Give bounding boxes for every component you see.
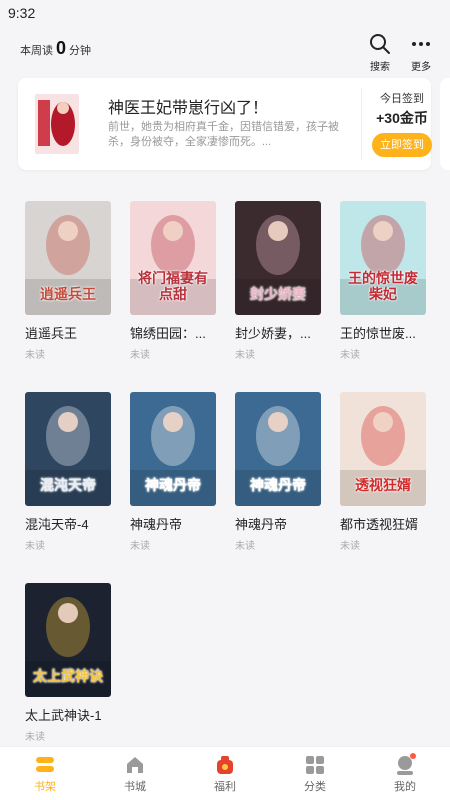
category-icon — [304, 754, 326, 776]
book-item[interactable]: 逍遥兵王 逍遥兵王 未读 — [25, 201, 111, 361]
book-title[interactable]: 神魂丹帝 — [235, 514, 335, 533]
tab-welfare-label: 福利 — [214, 780, 236, 793]
book-read-status: 未读 — [340, 350, 360, 361]
book-cover[interactable]: 混沌天帝 — [25, 392, 111, 506]
book-title[interactable]: 逍遥兵王 — [25, 323, 125, 342]
weekly-read-stat: 本周读 0 分钟 — [20, 38, 91, 59]
book-cover-title: 太上武神诀 — [33, 669, 103, 685]
bookstore-icon — [124, 754, 146, 776]
book-cover-title: 逍遥兵王 — [40, 287, 96, 303]
card-divider — [361, 88, 362, 160]
read-prefix: 本周读 — [20, 45, 53, 57]
book-cover[interactable]: 神魂丹帝 — [235, 392, 321, 506]
featured-book-cover[interactable] — [35, 94, 79, 154]
book-title[interactable]: 封少娇妻，... — [235, 323, 335, 342]
bottom-tab-bar: 书架 书城 福利 分类 我的 — [0, 746, 450, 800]
tab-bookshelf-label: 书架 — [34, 780, 56, 793]
book-cover[interactable]: 封少娇妻 — [235, 201, 321, 315]
book-item[interactable]: 将门福妻有点甜 锦绣田园：... 未读 — [130, 201, 216, 361]
book-read-status: 未读 — [130, 350, 150, 361]
book-read-status: 未读 — [130, 541, 150, 552]
tab-profile-label: 我的 — [394, 780, 416, 793]
featured-book-title[interactable]: 神医王妃带崽行凶了！ — [108, 94, 268, 118]
book-item[interactable]: 封少娇妻 封少娇妻，... 未读 — [235, 201, 321, 361]
book-read-status: 未读 — [25, 541, 45, 552]
tab-category-label: 分类 — [304, 780, 326, 793]
book-item[interactable]: 王的惊世废柴妃 王的惊世废... 未读 — [340, 201, 426, 361]
book-read-status: 未读 — [25, 732, 45, 743]
tab-bookstore[interactable]: 书城 — [90, 747, 180, 800]
next-card-peek — [440, 78, 450, 170]
book-cover[interactable]: 神魂丹帝 — [130, 392, 216, 506]
more-label: 更多 — [411, 62, 431, 73]
book-cover-title: 封少娇妻 — [250, 287, 306, 303]
book-cover[interactable]: 将门福妻有点甜 — [130, 201, 216, 315]
book-item[interactable]: 太上武神诀 太上武神诀-1 未读 — [25, 583, 111, 743]
tab-category[interactable]: 分类 — [270, 747, 360, 800]
book-cover-title: 王的惊世废柴妃 — [348, 271, 418, 303]
book-read-status: 未读 — [340, 541, 360, 552]
book-cover-title: 将门福妻有点甜 — [138, 271, 208, 303]
tab-profile[interactable]: 我的 — [360, 747, 450, 800]
tab-bookshelf[interactable]: 书架 — [0, 747, 90, 800]
search-icon — [369, 32, 391, 56]
header: 本周读 0 分钟 搜索 更多 — [0, 26, 450, 76]
more-icon — [410, 32, 432, 56]
read-minutes-value: 0 — [56, 38, 67, 58]
book-cover[interactable]: 太上武神诀 — [25, 583, 111, 697]
book-read-status: 未读 — [235, 541, 255, 552]
book-cover-title: 透视狂婿 — [355, 478, 411, 494]
status-time: 9:32 — [8, 5, 36, 21]
book-cover-title: 混沌天帝 — [40, 478, 96, 494]
book-title[interactable]: 混沌天帝-4 — [25, 514, 125, 533]
book-item[interactable]: 神魂丹帝 神魂丹帝 未读 — [130, 392, 216, 552]
book-cover[interactable]: 逍遥兵王 — [25, 201, 111, 315]
book-title[interactable]: 王的惊世废... — [340, 323, 440, 342]
more-button[interactable]: 更多 — [403, 32, 439, 73]
search-button[interactable]: 搜索 — [362, 32, 398, 73]
sign-in-title: 今日签到 — [380, 93, 424, 105]
status-bar: 9:32 — [0, 0, 450, 26]
search-label: 搜索 — [370, 62, 390, 73]
sign-in-reward: +30金币 — [376, 110, 428, 126]
book-title[interactable]: 太上武神诀-1 — [25, 705, 125, 724]
book-title[interactable]: 神魂丹帝 — [130, 514, 230, 533]
book-cover-title: 神魂丹帝 — [250, 478, 306, 494]
featured-book-card[interactable]: 神医王妃带崽行凶了！ 前世，她贵为相府真千金，因错信错爱，孩子被杀，身份被夺，全… — [18, 78, 432, 170]
book-cover-title: 神魂丹帝 — [145, 478, 201, 494]
book-title[interactable]: 锦绣田园：... — [130, 323, 230, 342]
book-item[interactable]: 混沌天帝 混沌天帝-4 未读 — [25, 392, 111, 552]
bookshelf-icon — [34, 754, 56, 776]
book-read-status: 未读 — [25, 350, 45, 361]
book-item[interactable]: 神魂丹帝 神魂丹帝 未读 — [235, 392, 321, 552]
book-cover[interactable]: 王的惊世废柴妃 — [340, 201, 426, 315]
read-unit: 分钟 — [69, 45, 92, 57]
tab-welfare[interactable]: 福利 — [180, 747, 270, 800]
book-cover[interactable]: 透视狂婿 — [340, 392, 426, 506]
book-read-status: 未读 — [235, 350, 255, 361]
tab-bookstore-label: 书城 — [124, 780, 146, 793]
featured-book-description: 前世，她贵为相府真千金，因错信错爱，孩子被杀，身份被夺，全家凄惨而死。... — [108, 121, 339, 148]
book-title[interactable]: 都市透视狂婿 — [340, 514, 440, 533]
book-item[interactable]: 透视狂婿 都市透视狂婿 未读 — [340, 392, 426, 552]
notification-dot — [410, 753, 416, 759]
gift-bag-icon — [214, 754, 236, 776]
sign-in-button[interactable]: 立即签到 — [372, 133, 432, 157]
